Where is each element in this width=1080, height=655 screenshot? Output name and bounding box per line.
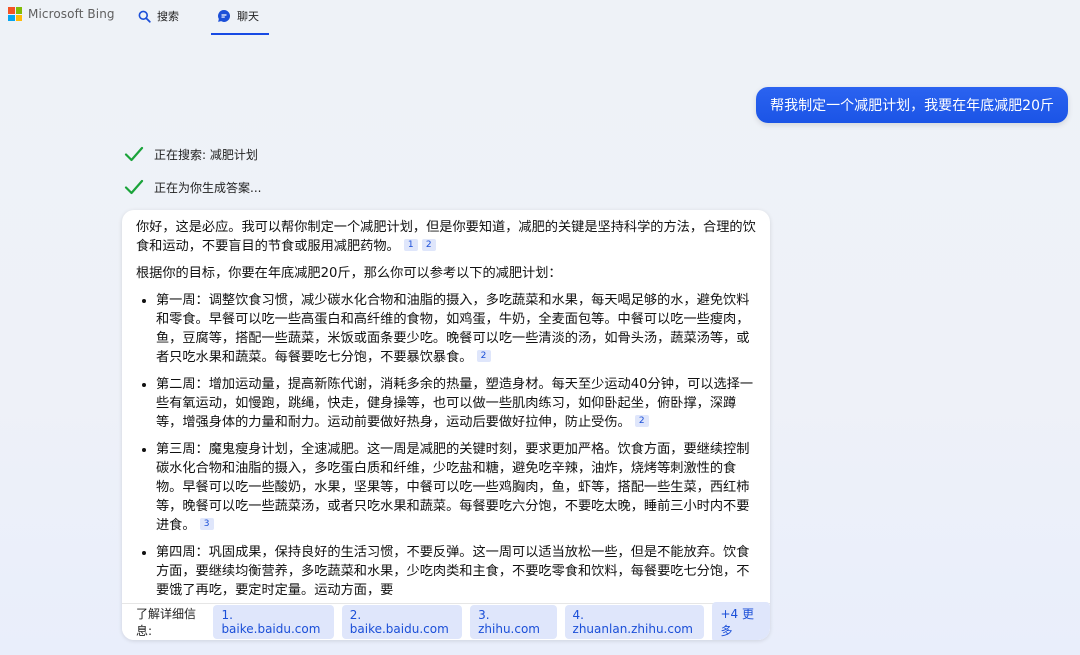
more-sources-button[interactable]: +4 更多 (712, 602, 770, 640)
plan-week-1: 第一周：调整饮食习惯，减少碳水化合物和油脂的摄入，多吃蔬菜和水果，每天喝足够的水… (156, 291, 758, 367)
check-icon (124, 179, 144, 195)
plan-week-4: 第四周：巩固成果，保持良好的生活习惯，不要反弹。这一周可以适当放松一些，但是不能… (156, 543, 758, 600)
citation[interactable]: 2 (476, 350, 491, 362)
answer-body: 你好，这是必应。我可以帮你制定一个减肥计划，但是你要知道，减肥的关键是坚持科学的… (122, 210, 770, 600)
citation-2[interactable]: 2 (421, 239, 436, 251)
citation-1[interactable]: 1 (403, 239, 418, 251)
nav-search-label: 搜索 (157, 10, 179, 23)
plan-text: 第二周：增加运动量，提高新陈代谢，消耗多余的热量，塑造身材。每天至少运动40分钟… (156, 377, 754, 430)
plan-week-2: 第二周：增加运动量，提高新陈代谢，消耗多余的热量，塑造身材。每天至少运动40分钟… (156, 375, 758, 432)
microsoft-logo-icon (8, 7, 22, 21)
bing-logo[interactable]: Microsoft Bing (8, 7, 115, 21)
status-text: 正在搜索: 减肥计划 (154, 147, 258, 162)
user-message-bubble: 帮我制定一个减肥计划，我要在年底减肥20斤 (756, 87, 1068, 123)
source-link-2[interactable]: 2. baike.baidu.com (341, 605, 463, 639)
source-link-3[interactable]: 3. zhihu.com (470, 605, 557, 639)
answer-intro-text: 你好，这是必应。我可以帮你制定一个减肥计划，但是你要知道，减肥的关键是坚持科学的… (136, 220, 756, 254)
plan-week-3: 第三周：魔鬼瘦身计划，全速减肥。这一周是减肥的关键时刻，要求更加严格。饮食方面，… (156, 440, 758, 535)
plan-text: 第四周：巩固成果，保持良好的生活习惯，不要反弹。这一周可以适当放松一些，但是不能… (156, 545, 750, 598)
top-nav: 搜索 聊天 (134, 6, 269, 35)
learn-more-bar: 了解详细信息: 1. baike.baidu.com 2. baike.baid… (122, 602, 770, 640)
check-icon (124, 146, 144, 162)
answer-lead: 根据你的目标，你要在年底减肥20斤，那么你可以参考以下的减肥计划： (136, 266, 562, 281)
citation[interactable]: 3 (199, 518, 214, 530)
search-icon (138, 10, 151, 23)
nav-search[interactable]: 搜索 (134, 6, 185, 30)
status-searching: 正在搜索: 减肥计划 (124, 145, 258, 163)
status-text: 正在为你生成答案... (154, 180, 262, 195)
citation[interactable]: 2 (634, 415, 649, 427)
answer-intro: 你好，这是必应。我可以帮你制定一个减肥计划，但是你要知道，减肥的关键是坚持科学的… (136, 218, 758, 256)
brand-name: Microsoft Bing (28, 7, 115, 21)
nav-chat[interactable]: 聊天 (211, 6, 269, 35)
plan-list: 第一周：调整饮食习惯，减少碳水化合物和油脂的摄入，多吃蔬菜和水果，每天喝足够的水… (136, 291, 758, 600)
source-link-4[interactable]: 4. zhuanlan.zhihu.com (564, 605, 705, 639)
plan-text: 第一周：调整饮食习惯，减少碳水化合物和油脂的摄入，多吃蔬菜和水果，每天喝足够的水… (156, 293, 750, 365)
plan-text: 第三周：魔鬼瘦身计划，全速减肥。这一周是减肥的关键时刻，要求更加严格。饮食方面，… (156, 442, 750, 533)
nav-chat-label: 聊天 (237, 10, 259, 23)
status-generating: 正在为你生成答案... (124, 178, 261, 196)
answer-card: 你好，这是必应。我可以帮你制定一个减肥计划，但是你要知道，减肥的关键是坚持科学的… (122, 210, 770, 640)
top-bar: Microsoft Bing 搜索 聊天 (0, 0, 1080, 35)
learn-more-label: 了解详细信息: (136, 607, 197, 638)
chat-icon (217, 9, 231, 23)
source-link-1[interactable]: 1. baike.baidu.com (213, 605, 334, 639)
